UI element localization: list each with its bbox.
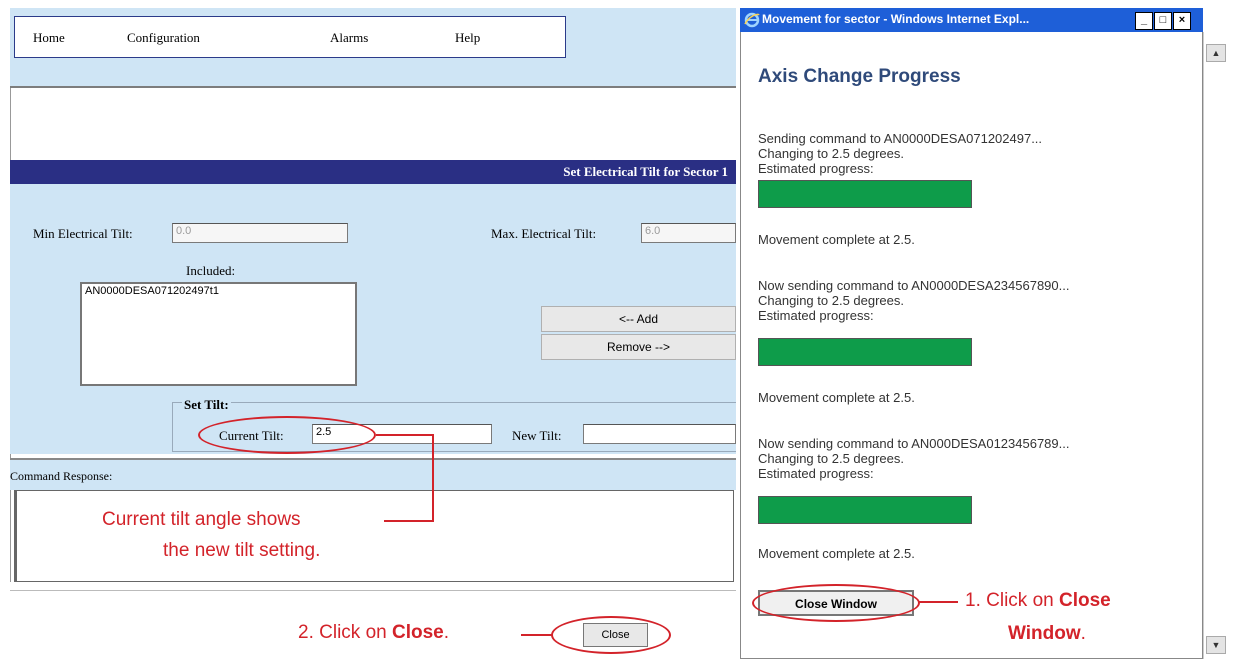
- maximize-icon[interactable]: □: [1154, 12, 1172, 30]
- step1-annotation-line2: Window.: [1008, 623, 1086, 644]
- scroll-up-icon[interactable]: ▲: [1206, 44, 1226, 62]
- estimated-label: Estimated progress:: [758, 161, 874, 176]
- close-icon[interactable]: ×: [1173, 12, 1191, 30]
- current-tilt-highlight: [198, 416, 376, 454]
- popup-title: Movement for sector - Windows Internet E…: [762, 12, 1030, 26]
- max-tilt-field[interactable]: 6.0: [641, 223, 736, 243]
- included-list[interactable]: AN0000DESA071202497t1: [80, 282, 357, 386]
- callout-line: [376, 434, 434, 436]
- progress-bar: [758, 496, 972, 524]
- command-response-header: Command Response:: [10, 458, 736, 490]
- complete-text: Movement complete at 2.5.: [758, 390, 915, 405]
- nav-help[interactable]: Help: [455, 30, 480, 46]
- new-tilt-field[interactable]: [583, 424, 736, 444]
- ie-icon: [744, 12, 760, 28]
- changing-text: Changing to 2.5 degrees.: [758, 146, 904, 161]
- sending-text: Now sending command to AN0000DESA2345678…: [758, 278, 1070, 293]
- header-divider: [10, 86, 736, 88]
- estimated-label: Estimated progress:: [758, 466, 874, 481]
- nav-alarms[interactable]: Alarms: [330, 30, 368, 46]
- add-button[interactable]: <-- Add: [541, 306, 736, 332]
- nav-home[interactable]: Home: [33, 30, 65, 46]
- section-title-bar: Set Electrical Tilt for Sector 1: [10, 160, 736, 184]
- estimated-label: Estimated progress:: [758, 308, 874, 323]
- current-tilt-note-line1: Current tilt angle shows: [102, 509, 301, 530]
- callout-line: [918, 601, 958, 603]
- current-tilt-note-line2: the new tilt setting.: [163, 540, 321, 561]
- callout-line: [384, 520, 434, 522]
- nav-configuration[interactable]: Configuration: [127, 30, 200, 46]
- included-label: Included:: [186, 263, 236, 278]
- included-list-item[interactable]: AN0000DESA071202497t1: [85, 285, 352, 297]
- popup-scrollbar[interactable]: [1203, 32, 1233, 659]
- command-response-box: [14, 490, 734, 582]
- min-tilt-field[interactable]: 0.0: [172, 223, 348, 243]
- section-title: Set Electrical Tilt for Sector 1: [563, 164, 728, 179]
- new-tilt-label: New Tilt:: [512, 428, 562, 443]
- remove-button[interactable]: Remove -->: [541, 334, 736, 360]
- callout-line: [432, 434, 434, 522]
- minimize-icon[interactable]: _: [1135, 12, 1153, 30]
- scroll-down-icon[interactable]: ▼: [1206, 636, 1226, 654]
- changing-text: Changing to 2.5 degrees.: [758, 451, 904, 466]
- set-tilt-legend: Set Tilt:: [182, 397, 231, 413]
- progress-bar: [758, 180, 972, 208]
- changing-text: Changing to 2.5 degrees.: [758, 293, 904, 308]
- step2-annotation: 2. Click on Close.: [298, 622, 450, 643]
- popup-heading: Axis Change Progress: [758, 66, 961, 87]
- close-button-highlight: [551, 616, 671, 654]
- close-window-highlight: [752, 584, 920, 622]
- nav-bar: Home Configuration Alarms Help: [14, 16, 566, 58]
- popup-titlebar: Movement for sector - Windows Internet E…: [740, 8, 1203, 32]
- complete-text: Movement complete at 2.5.: [758, 232, 915, 247]
- popup-window: [740, 8, 1203, 659]
- bottom-divider: [10, 590, 736, 591]
- progress-bar: [758, 338, 972, 366]
- sending-text: Now sending command to AN000DESA01234567…: [758, 436, 1070, 451]
- min-tilt-label: Min Electrical Tilt:: [33, 226, 133, 241]
- max-tilt-label: Max. Electrical Tilt:: [491, 226, 597, 241]
- sending-text: Sending command to AN0000DESA071202497..…: [758, 131, 1043, 146]
- command-response-label: Command Response:: [10, 469, 113, 483]
- step1-annotation-line1: 1. Click on Close: [965, 590, 1111, 611]
- complete-text: Movement complete at 2.5.: [758, 546, 915, 561]
- callout-line: [521, 634, 553, 636]
